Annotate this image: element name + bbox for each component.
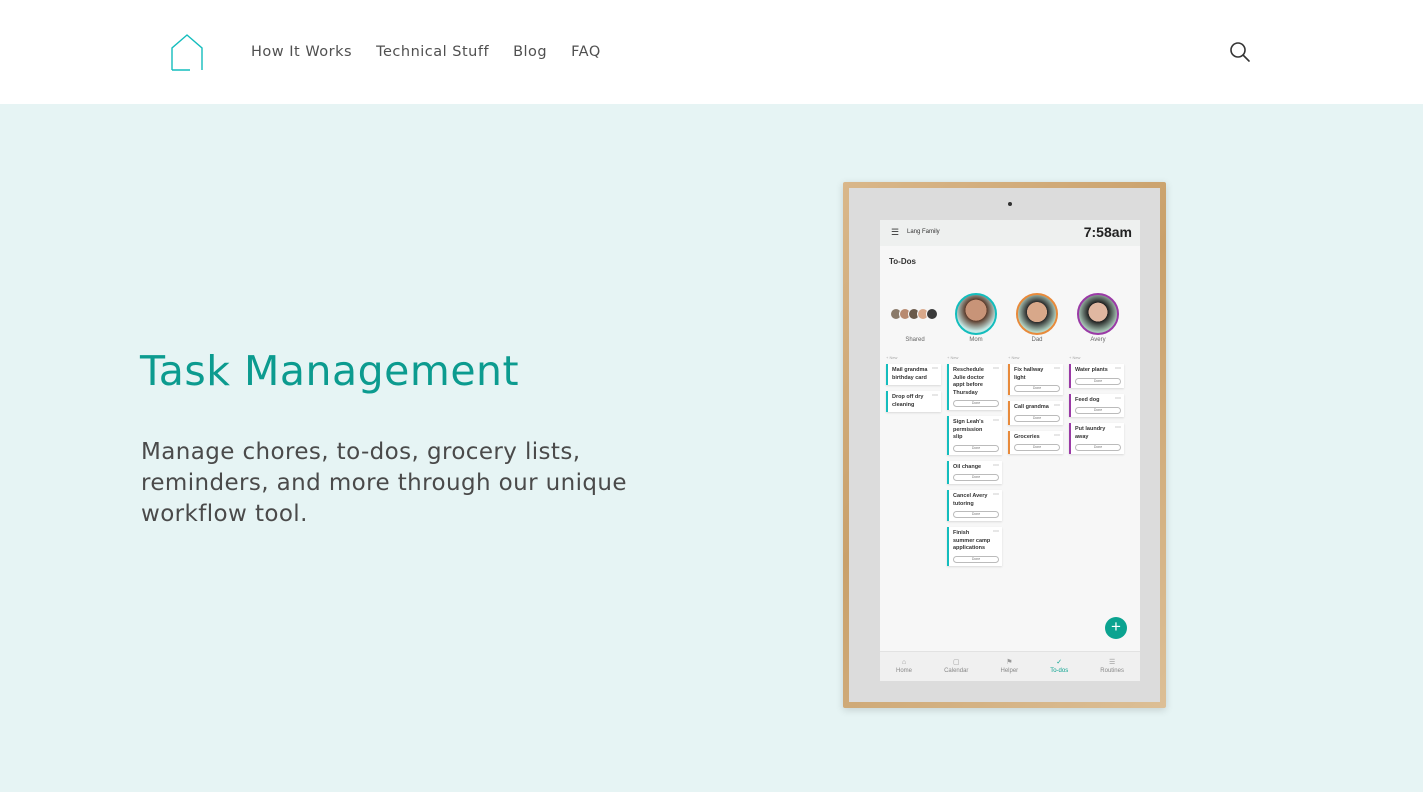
- more-icon: ⋯: [1115, 425, 1121, 431]
- avatar: [1016, 293, 1058, 335]
- tab-todos: ✓ To-dos: [1050, 659, 1068, 675]
- person-avery: Avery: [1075, 293, 1121, 343]
- done-button: Done: [1075, 377, 1121, 385]
- more-icon: ⋯: [1054, 403, 1060, 409]
- nav-blog[interactable]: Blog: [513, 42, 547, 62]
- hero-description: Manage chores, to-dos, grocery lists, re…: [141, 439, 627, 527]
- task-card: Call grandma ⋯ Done: [1008, 401, 1063, 425]
- task-card: Sign Leah's permission slip ⋯ Done: [947, 416, 1002, 455]
- new-task-label: + New: [1069, 355, 1081, 360]
- calendar-icon: ▢: [952, 658, 960, 666]
- section-title: To-Dos: [889, 257, 916, 266]
- hero-section: Task Management Manage chores, to-dos, g…: [0, 104, 1423, 792]
- more-icon: ⋯: [993, 529, 999, 535]
- hero-title: Task Management: [140, 347, 520, 395]
- house-logo-icon[interactable]: [170, 33, 204, 71]
- task-card: Water plants ⋯ Done: [1069, 364, 1124, 388]
- tab-home: ⌂ Home: [896, 659, 912, 675]
- task-card: Finish summer camp applications ⋯ Done: [947, 527, 1002, 566]
- avatar: [1077, 293, 1119, 335]
- done-button: Done: [953, 444, 999, 452]
- screen-top-bar: ☰ Lang Family 7:58am: [880, 220, 1140, 246]
- tab-label: Helper: [1000, 667, 1019, 674]
- nav-how-it-works[interactable]: How It Works: [251, 42, 352, 62]
- person-label: Dad: [1031, 337, 1043, 343]
- done-button: Done: [1014, 414, 1060, 422]
- more-icon: ⋯: [993, 492, 999, 498]
- done-button: Done: [953, 555, 999, 563]
- person-shared: Shared: [889, 293, 938, 343]
- person-mom: Mom: [953, 293, 999, 343]
- done-button: Done: [953, 511, 999, 518]
- main-nav: How It Works Technical Stuff Blog FAQ: [251, 42, 601, 62]
- avatar: [955, 293, 997, 335]
- done-button: Done: [1075, 444, 1121, 451]
- tab-helper: ⚑ Helper: [1000, 659, 1018, 675]
- task-card: Cancel Avery tutoring ⋯ Done: [947, 490, 1002, 521]
- done-button: Done: [1075, 407, 1121, 414]
- done-button: Done: [1014, 444, 1060, 451]
- more-icon: ⋯: [993, 366, 999, 372]
- person-label: Mom: [969, 337, 983, 343]
- column-mom: + New Reschedule Julie doctor appt befor…: [947, 355, 1002, 572]
- done-button: Done: [953, 400, 999, 407]
- done-button: Done: [953, 474, 999, 481]
- avatar: [925, 308, 938, 320]
- person-label: Avery: [1090, 337, 1106, 343]
- device-screen: ☰ Lang Family 7:58am To-Dos Shared Mom D…: [880, 220, 1140, 681]
- task-card: Groceries ⋯ Done: [1008, 430, 1063, 454]
- new-task-label: + New: [947, 355, 959, 360]
- more-icon: ⋯: [932, 366, 938, 372]
- person-label: Shared: [905, 337, 925, 343]
- column-dad: + New Fix hallway light ⋯ Done Call gran…: [1008, 355, 1063, 460]
- more-icon: ⋯: [993, 462, 999, 469]
- task-card: Mail grandma birthday card ⋯: [886, 364, 941, 385]
- more-icon: ⋯: [932, 393, 938, 399]
- column-avery: + New Water plants ⋯ Done Feed dog ⋯ Don…: [1069, 355, 1124, 460]
- column-shared: + New Mail grandma birthday card ⋯ Drop …: [886, 355, 941, 418]
- shared-avatars: [889, 293, 938, 335]
- camera-dot: [1008, 202, 1012, 206]
- list-icon: ☰: [1108, 658, 1116, 666]
- task-card: Reschedule Julie doctor appt before Thur…: [947, 364, 1002, 410]
- helper-icon: ⚑: [1006, 658, 1013, 666]
- task-card: Oil change ⋯ Done: [947, 460, 1002, 484]
- family-name: Lang Family: [907, 229, 940, 235]
- tab-label: Routines: [1100, 667, 1124, 674]
- done-button: Done: [1014, 385, 1060, 392]
- new-task-label: + New: [886, 355, 898, 360]
- tab-calendar: ▢ Calendar: [944, 659, 968, 675]
- person-dad: Dad: [1014, 293, 1060, 343]
- more-icon: ⋯: [993, 418, 999, 424]
- check-icon: ✓: [1056, 658, 1063, 666]
- plus-icon: +: [1105, 617, 1127, 639]
- hamburger-menu-icon: ☰: [891, 227, 900, 237]
- home-icon: ⌂: [901, 658, 907, 666]
- task-card: Drop off dry cleaning ⋯: [886, 391, 941, 412]
- task-card: Fix hallway light ⋯ Done: [1008, 364, 1063, 395]
- more-icon: ⋯: [1054, 432, 1060, 439]
- more-icon: ⋯: [1115, 366, 1121, 372]
- task-card: Put laundry away ⋯ Done: [1069, 423, 1124, 454]
- nav-faq[interactable]: FAQ: [571, 42, 601, 62]
- tab-label: Home: [896, 667, 913, 674]
- task-card: Feed dog ⋯ Done: [1069, 393, 1124, 417]
- tab-routines: ☰ Routines: [1100, 659, 1124, 675]
- screen-bottom-tabs: ⌂ Home ▢ Calendar ⚑ Helper ✓ To-dos ☰ Ro…: [880, 651, 1140, 681]
- clock-time: 7:58am: [1083, 224, 1132, 240]
- device-frame: ☰ Lang Family 7:58am To-Dos Shared Mom D…: [843, 182, 1166, 708]
- more-icon: ⋯: [1054, 366, 1060, 372]
- nav-technical-stuff[interactable]: Technical Stuff: [376, 42, 489, 62]
- new-task-label: + New: [1008, 355, 1020, 360]
- site-header: How It Works Technical Stuff Blog FAQ: [0, 0, 1423, 104]
- more-icon: ⋯: [1115, 395, 1121, 402]
- tab-label: Calendar: [944, 667, 969, 674]
- search-icon[interactable]: [1228, 40, 1252, 64]
- tab-label: To-dos: [1050, 667, 1069, 674]
- device-bezel: ☰ Lang Family 7:58am To-Dos Shared Mom D…: [849, 188, 1160, 702]
